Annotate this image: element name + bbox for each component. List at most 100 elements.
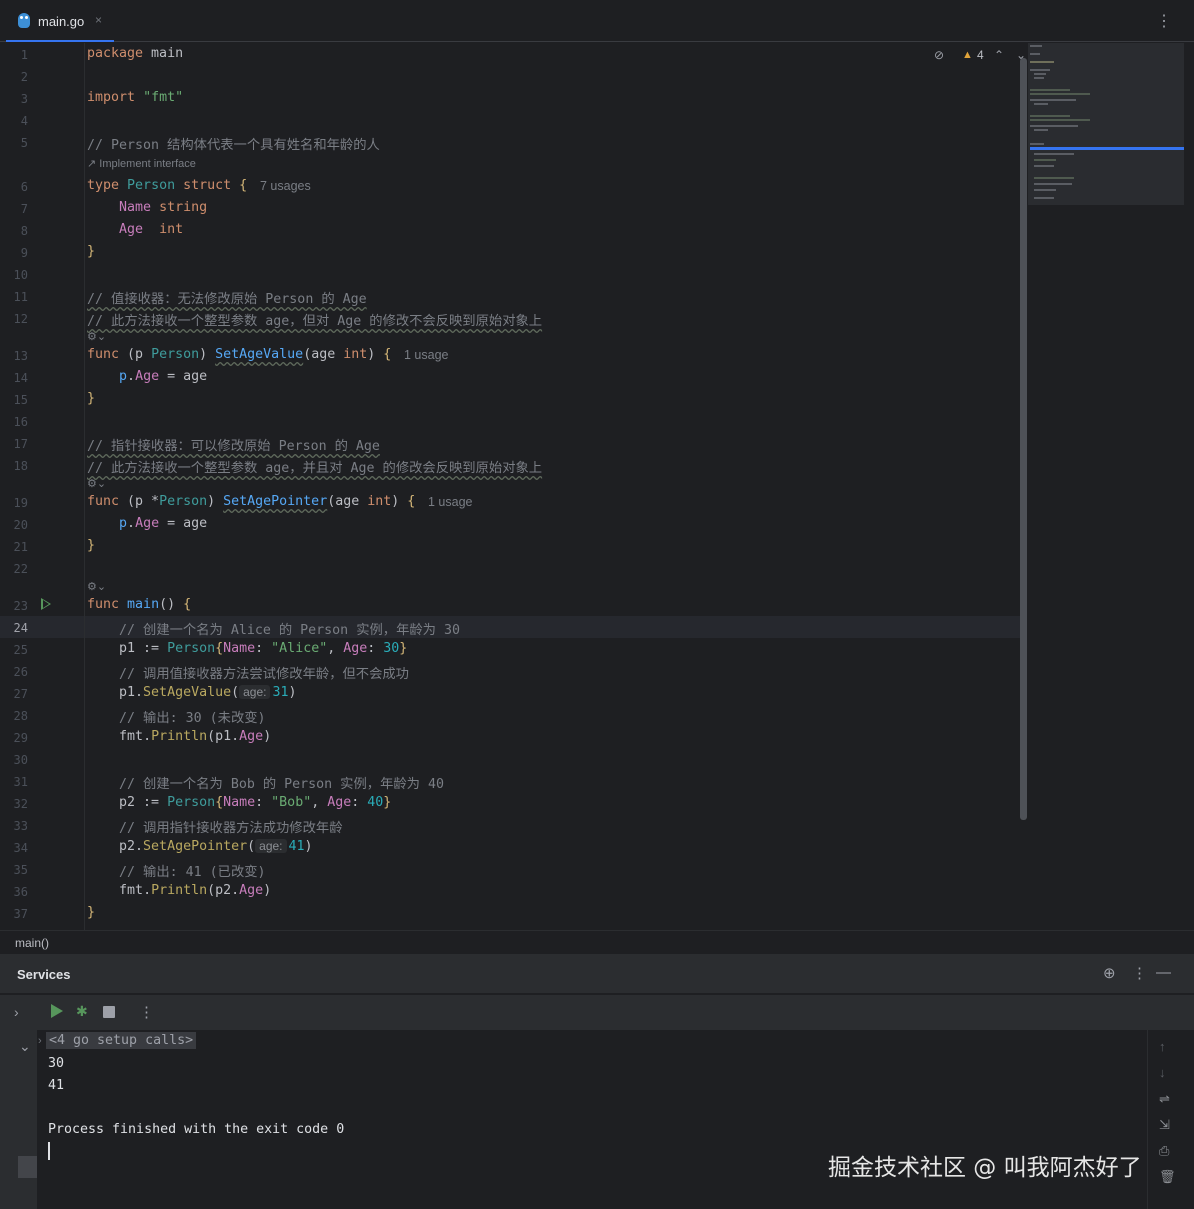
scroll-up-icon[interactable]: ↑ [1159, 1039, 1166, 1054]
code-line: // 创建一个名为 Bob 的 Person 实例，年龄为 40 [87, 777, 444, 792]
editor-tab-bar: main.go × ⋮ [0, 0, 1194, 42]
warning-count: 4 [977, 48, 984, 62]
line-number: 25 [13, 643, 28, 657]
usages-hint[interactable]: 1 usage [404, 348, 448, 362]
tab-main-go[interactable]: main.go × [6, 0, 114, 42]
line-number: 10 [13, 268, 28, 282]
minimize-icon[interactable]: — [1156, 964, 1171, 981]
reader-mode-icon[interactable]: ⊘ [934, 48, 944, 62]
run-console[interactable]: › <4 go setup calls> 30 41 Process finis… [37, 1030, 1147, 1209]
line-number: 37 [13, 907, 28, 921]
close-icon[interactable]: × [95, 13, 102, 27]
trash-icon[interactable]: 🗑 [1159, 1169, 1176, 1185]
line-number: 3 [20, 92, 28, 106]
line-number: 18 [13, 459, 28, 473]
collapse-icon[interactable]: ⌄ [19, 1038, 31, 1055]
code-line: } [87, 538, 96, 553]
ai-actions-icon[interactable]: ⚙⌄ [87, 330, 106, 343]
code-line: p.Age = age [119, 369, 208, 384]
stop-icon[interactable] [103, 1006, 115, 1018]
code-line: } [87, 391, 96, 406]
run-icon[interactable] [51, 1004, 63, 1018]
soft-wrap-icon[interactable]: ⇌ [1159, 1091, 1170, 1107]
expand-icon[interactable]: › [14, 1004, 19, 1020]
code-line: p2 := Person{Name: "Bob", Age: 40} [87, 795, 392, 810]
scroll-to-end-icon[interactable]: ⇲ [1159, 1117, 1170, 1133]
line-number: 13 [13, 349, 28, 363]
line-number: 5 [20, 136, 28, 150]
line-number: 14 [13, 371, 28, 385]
code-line: // Person 结构体代表一个具有姓名和年龄的人 [87, 138, 380, 153]
code-line: } [87, 905, 96, 920]
code-line: // 输出: 41 (已改变) [87, 865, 266, 880]
line-number: 7 [20, 202, 28, 216]
text-caret [48, 1142, 50, 1160]
ai-actions-icon[interactable]: ⚙⌄ [87, 477, 106, 490]
line-number: 8 [20, 224, 28, 238]
code-line: Age int [119, 222, 184, 237]
services-title: Services [17, 967, 71, 982]
warning-icon: ▲ [962, 49, 973, 61]
breadcrumb[interactable]: main() [0, 930, 1194, 954]
crosshair-icon[interactable]: ⊕ [1103, 964, 1116, 982]
line-number: 31 [13, 775, 28, 789]
code-line: Name string [119, 200, 208, 215]
breadcrumb-item-main[interactable]: main() [15, 936, 49, 950]
console-line: Process finished with the exit code 0 [48, 1122, 345, 1137]
line-number: 2 [20, 70, 28, 84]
minimap[interactable] [1028, 43, 1184, 205]
usages-hint[interactable]: 1 usage [428, 495, 472, 509]
fold-icon[interactable]: › [38, 1035, 42, 1047]
code-line: func main() { [87, 597, 192, 612]
code-line: p1.SetAgeValue(age: 31) [87, 685, 297, 700]
ai-actions-icon[interactable]: ⚙⌄ [87, 580, 106, 593]
line-number: 6 [20, 180, 28, 194]
console-side-toolbar: ↑ ↓ ⇌ ⇲ ⎙ 🗑 [1147, 1030, 1194, 1209]
line-number: 23 [13, 599, 28, 613]
code-line: fmt.Println(p2.Age) [119, 883, 272, 898]
line-number: 28 [13, 709, 28, 723]
debug-icon[interactable]: ✱ [76, 1003, 88, 1020]
more-options-icon[interactable]: ⋮ [139, 1003, 154, 1021]
services-toolbar: › ✱ ⋮ [0, 995, 1194, 1030]
line-number-current: 24 [13, 621, 28, 635]
code-line: } [87, 244, 96, 259]
console-line: 41 [48, 1078, 65, 1093]
code-line: // 调用值接收器方法尝试修改年龄，但不会成功 [87, 667, 409, 682]
code-editor[interactable]: 1 2 3 4 5 6 7 8 9 10 11 12 13 14 15 16 1… [0, 43, 1194, 930]
services-tree[interactable]: ⌄ [0, 1030, 37, 1209]
line-number: 22 [13, 562, 28, 576]
implement-interface-label: Implement interface [99, 158, 196, 170]
code-line: // 创建一个名为 Alice 的 Person 实例，年龄为 30 [87, 623, 460, 638]
print-icon[interactable]: ⎙ [1159, 1143, 1169, 1159]
usages-hint[interactable]: 7 usages [260, 179, 311, 193]
vertical-scrollbar[interactable] [1020, 58, 1027, 820]
run-gutter-icon[interactable] [41, 598, 51, 610]
param-hint: age: [255, 839, 287, 853]
go-setup-calls[interactable]: <4 go setup calls> [46, 1032, 197, 1049]
services-tool-window-header: Services ⊕ ⋮ — [0, 954, 1194, 994]
code-line: // 此方法接收一个整型参数 age，并且对 Age 的修改会反映到原始对象上 [87, 461, 543, 476]
previous-highlight-icon[interactable]: ⌃ [994, 48, 1004, 62]
code-line: // 调用指针接收器方法成功修改年龄 [87, 821, 343, 836]
line-number: 19 [13, 496, 28, 510]
code-line: // 此方法接收一个整型参数 age，但对 Age 的修改不会反映到原始对象上 [87, 314, 543, 329]
code-line: package main [87, 46, 184, 61]
tree-selection [18, 1156, 37, 1178]
line-number: 36 [13, 885, 28, 899]
line-number: 11 [13, 290, 28, 304]
code-line: func (p *Person) SetAgePointer(age int) … [87, 494, 416, 509]
code-line: // 值接收器：无法修改原始 Person 的 Age [87, 292, 367, 307]
scroll-down-icon[interactable]: ↓ [1159, 1065, 1166, 1080]
line-number: 33 [13, 819, 28, 833]
line-number: 17 [13, 437, 28, 451]
code-line: func (p Person) SetAgeValue(age int) { [87, 347, 392, 362]
line-number: 1 [20, 48, 28, 62]
line-number: 34 [13, 841, 28, 855]
line-number: 9 [20, 246, 28, 260]
line-number: 20 [13, 518, 28, 532]
more-options-icon[interactable]: ⋮ [1156, 11, 1172, 31]
implement-interface-lens[interactable]: ↗ Implement interface [87, 157, 196, 170]
line-number: 29 [13, 731, 28, 745]
more-options-icon[interactable]: ⋮ [1132, 964, 1147, 982]
